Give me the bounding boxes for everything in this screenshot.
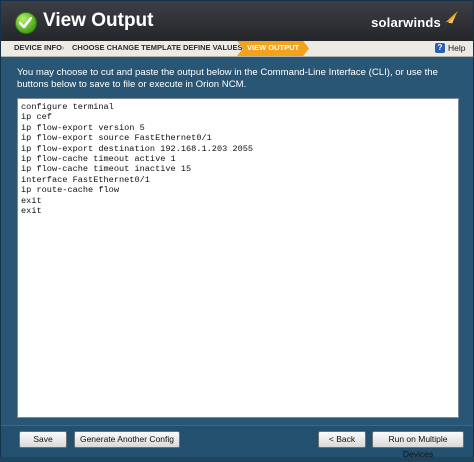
generate-another-config-button[interactable]: Generate Another Config bbox=[74, 431, 180, 448]
cli-output-textarea[interactable]: configure terminal ip cef ip flow-export… bbox=[17, 98, 459, 418]
breadcrumb-separator: › bbox=[173, 43, 176, 52]
help-icon[interactable]: ? bbox=[435, 43, 445, 53]
breadcrumb-separator: › bbox=[62, 43, 65, 52]
instructions-text: You may choose to cut and paste the outp… bbox=[17, 67, 438, 90]
run-on-multiple-devices-button[interactable]: Run on Multiple Devices bbox=[372, 431, 464, 459]
wizard-breadcrumb: DEVICE INFO › CHOOSE CHANGE TEMPLATE › D… bbox=[1, 41, 473, 57]
help-link[interactable]: Help bbox=[448, 43, 465, 53]
back-button[interactable]: < Back bbox=[318, 431, 366, 448]
check-icon bbox=[15, 12, 37, 34]
breadcrumb-device-info[interactable]: DEVICE INFO bbox=[14, 43, 62, 52]
breadcrumb-define-values[interactable]: DEFINE VALUES bbox=[183, 43, 242, 52]
breadcrumb-choose-change-template[interactable]: CHOOSE CHANGE TEMPLATE bbox=[72, 43, 181, 52]
title-bar: View Output solarwinds bbox=[1, 1, 473, 41]
save-button[interactable]: Save bbox=[19, 431, 67, 448]
breadcrumb-view-output-label: VIEW OUTPUT bbox=[247, 43, 300, 52]
wizard-window: View Output solarwinds DEVICE INFO › CHO… bbox=[0, 0, 474, 459]
solarwinds-flame-icon bbox=[443, 9, 459, 25]
solarwinds-logo: solarwinds bbox=[371, 15, 441, 30]
window-title: View Output bbox=[43, 10, 154, 31]
breadcrumb-view-output: VIEW OUTPUT bbox=[237, 41, 309, 56]
